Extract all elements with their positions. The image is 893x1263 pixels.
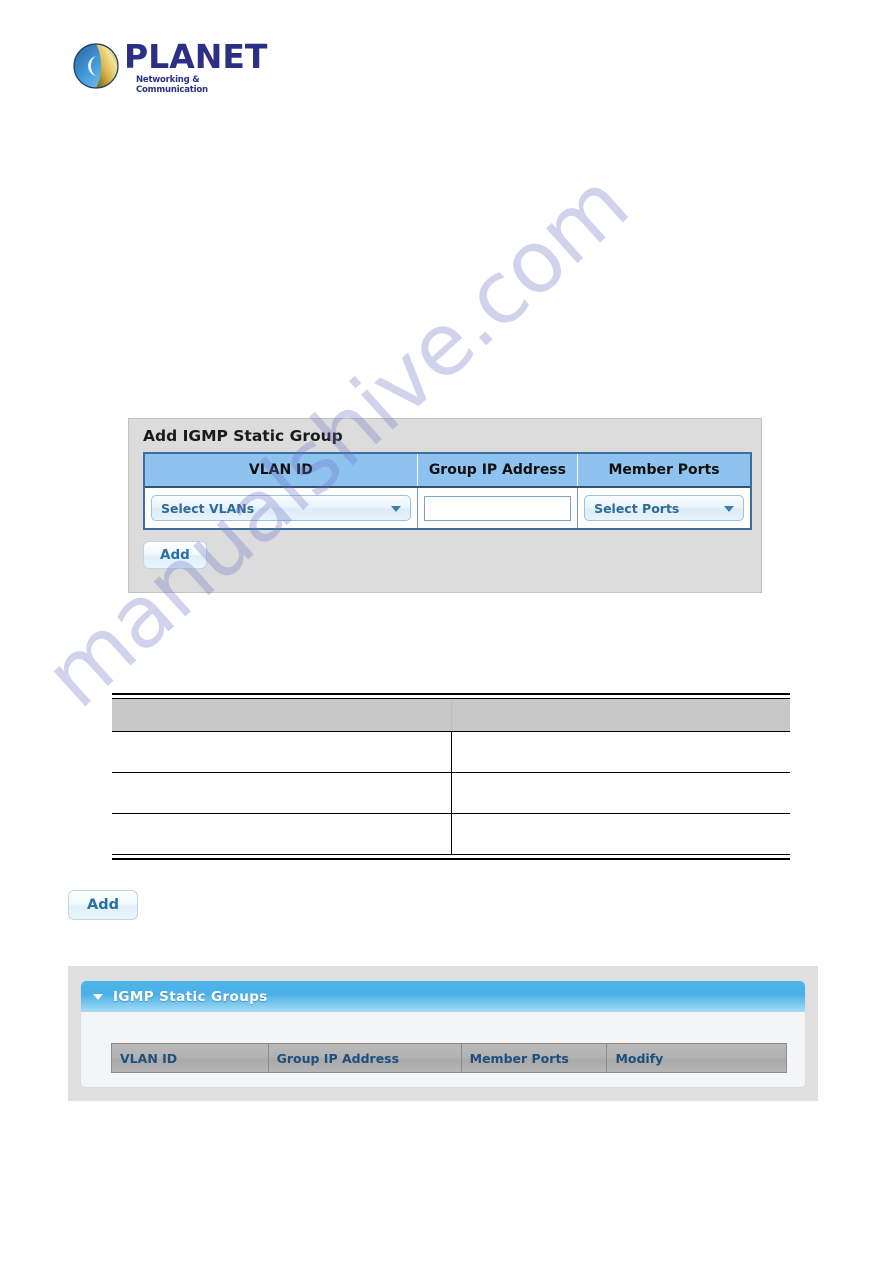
member-ports-select-label: Select Ports [594, 500, 680, 516]
column-header-group-ip-address: Group IP Address [417, 454, 579, 488]
igmp-static-groups-table-wrap: VLAN ID Group IP Address Member Ports Mo… [111, 1043, 787, 1073]
brand-name: PLANET [124, 37, 268, 76]
planet-wordmark: PLANET Networking & Communication [124, 37, 268, 96]
table-row [112, 731, 790, 773]
desc-header-object [112, 698, 452, 732]
groups-column-member-ports: Member Ports [461, 1043, 608, 1073]
desc-cell-object [112, 813, 452, 855]
desc-header-description [451, 698, 790, 732]
groups-column-group-ip-address: Group IP Address [268, 1043, 462, 1073]
igmp-static-groups-panel: IGMP Static Groups VLAN ID Group IP Addr… [68, 966, 818, 1101]
igmp-static-groups-inner: IGMP Static Groups VLAN ID Group IP Addr… [80, 980, 806, 1088]
add-panel-title: Add IGMP Static Group [143, 427, 343, 445]
desc-header-row [112, 698, 790, 732]
chevron-down-icon [390, 506, 401, 512]
add-igmp-static-group-panel: Add IGMP Static Group VLAN ID Group IP A… [128, 418, 762, 593]
add-igmp-form-table: VLAN ID Group IP Address Member Ports Se… [143, 452, 752, 530]
group-ip-address-input[interactable] [423, 495, 572, 521]
groups-column-modify: Modify [606, 1043, 787, 1073]
add-button[interactable]: Add [143, 541, 207, 569]
igmp-static-groups-table: VLAN ID Group IP Address Member Ports Mo… [111, 1043, 787, 1073]
add-form-header-row: VLAN ID Group IP Address Member Ports [145, 454, 750, 488]
column-header-vlan-id: VLAN ID [145, 454, 418, 488]
vlan-select-label: Select VLANs [161, 500, 255, 516]
column-header-member-ports: Member Ports [577, 454, 750, 488]
add-form-input-row: Select VLANs Select Ports [145, 487, 750, 528]
desc-cell-description [451, 731, 790, 773]
desc-cell-description [451, 772, 790, 814]
igmp-static-groups-title: IGMP Static Groups [113, 988, 268, 1005]
parameter-description-table [112, 693, 790, 860]
cell-vlan-id: Select VLANs [145, 487, 418, 528]
groups-header-row: VLAN ID Group IP Address Member Ports Mo… [111, 1043, 787, 1073]
caret-down-icon[interactable] [93, 993, 103, 1000]
planet-logo: PLANET Networking & Communication [72, 37, 268, 96]
table-row [112, 813, 790, 855]
desc-cell-description [451, 813, 790, 855]
cell-group-ip-address [417, 487, 579, 528]
table-row [112, 772, 790, 814]
vlan-select[interactable]: Select VLANs [151, 495, 411, 521]
planet-globe-icon [73, 43, 119, 89]
igmp-static-groups-header[interactable]: IGMP Static Groups [81, 981, 805, 1012]
chevron-down-icon [724, 506, 734, 512]
standalone-add-button-wrap: Add [68, 890, 138, 920]
cell-member-ports: Select Ports [577, 487, 750, 528]
desc-cell-object [112, 772, 452, 814]
table-bottom-rule [112, 854, 790, 860]
desc-cell-object [112, 731, 452, 773]
member-ports-select[interactable]: Select Ports [584, 495, 744, 521]
standalone-add-button[interactable]: Add [68, 890, 138, 920]
brand-tagline: Networking & Communication [136, 75, 208, 95]
groups-column-vlan-id: VLAN ID [111, 1043, 269, 1073]
